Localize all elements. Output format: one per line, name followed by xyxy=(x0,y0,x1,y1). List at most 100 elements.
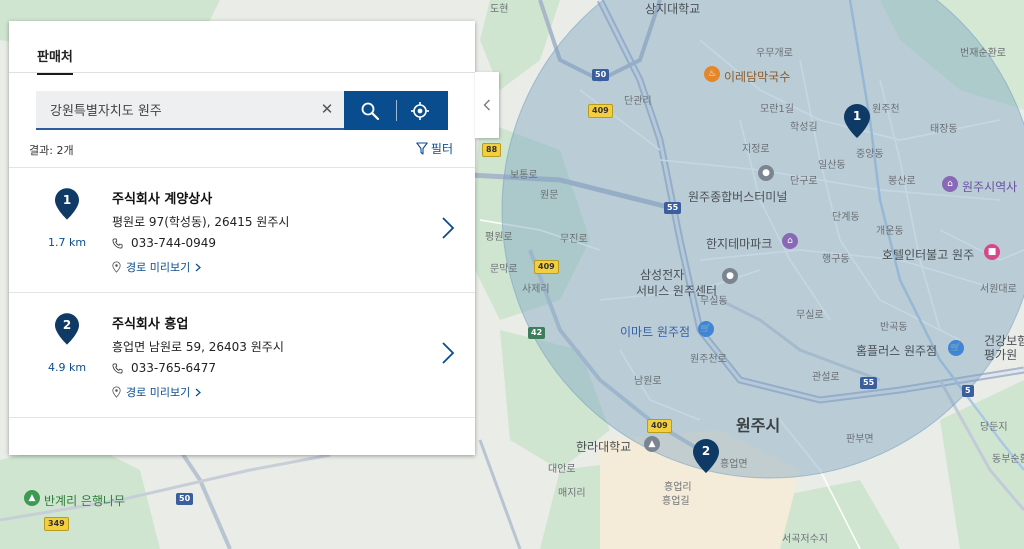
area-label: 흥업길 xyxy=(662,496,690,507)
service-center-icon[interactable]: ● xyxy=(722,268,738,284)
search-input[interactable] xyxy=(36,91,306,128)
filter-label: 필터 xyxy=(430,142,453,156)
search-icon[interactable] xyxy=(360,101,380,121)
clear-search-button[interactable]: ✕ xyxy=(320,100,334,118)
restaurant-icon[interactable]: ♨ xyxy=(704,66,720,82)
road-shield: 50 xyxy=(176,493,194,505)
phone-number: 033-765-6477 xyxy=(131,361,217,375)
area-label: 원주천로 xyxy=(690,354,727,365)
poi-label-ginkgo[interactable]: 반계리 은행나무 xyxy=(44,492,125,509)
search-box: ✕ xyxy=(36,91,344,130)
map-pin-number: 2 xyxy=(701,444,711,458)
area-label: 흥업리 xyxy=(664,482,692,493)
result-number: 1 xyxy=(62,193,72,207)
poi-label-samsung-center[interactable]: 서비스 원주센터 xyxy=(636,282,717,299)
area-label: 지정로 xyxy=(742,144,770,155)
chevron-right-icon[interactable] xyxy=(441,341,455,365)
poi-label-homeplus[interactable]: 홈플러스 원주점 xyxy=(856,342,937,359)
area-label: 당둔지 xyxy=(980,422,1008,433)
road-shield: 409 xyxy=(647,419,672,433)
chevron-right-icon xyxy=(195,263,202,271)
area-label: 봉산로 xyxy=(888,176,916,187)
area-label: 도현 xyxy=(490,4,509,15)
area-label: 관설로 xyxy=(812,372,840,383)
route-preview-link[interactable]: 경로 미리보기 xyxy=(112,259,202,275)
area-label: 단구로 xyxy=(790,176,818,187)
search-actions xyxy=(344,91,448,130)
area-label: 반곡동 xyxy=(880,322,908,333)
map-pin-2[interactable]: 2 xyxy=(693,439,719,473)
filter-button[interactable]: 필터 xyxy=(416,140,453,157)
filter-icon xyxy=(416,142,428,155)
poi-label-station[interactable]: 원주시역사 xyxy=(962,178,1017,195)
museum-icon[interactable]: ⌂ xyxy=(942,176,958,192)
area-label: 대안로 xyxy=(548,464,576,475)
area-label: 사제리 xyxy=(522,284,550,295)
area-label: 개운동 xyxy=(876,226,904,237)
area-label: 서곡저수지 xyxy=(782,534,828,545)
result-number: 2 xyxy=(62,318,72,332)
location-outline-icon xyxy=(112,386,121,398)
bus-terminal-icon[interactable]: ● xyxy=(758,165,774,181)
area-label: 단관리 xyxy=(624,96,652,107)
area-label: 서원대로 xyxy=(980,284,1017,295)
area-label: 행구동 xyxy=(822,254,850,265)
poi-label-emart[interactable]: 이마트 원주점 xyxy=(620,323,690,340)
dealer-panel: 판매처 ✕ 결과: 2개 필터 xyxy=(9,21,475,455)
hotel-icon[interactable]: ■ xyxy=(984,244,1000,260)
road-shield: 5 xyxy=(962,385,974,397)
result-phone[interactable]: 033-744-0949 xyxy=(112,236,216,250)
area-label: 원주천 xyxy=(872,104,900,115)
route-preview-link[interactable]: 경로 미리보기 xyxy=(112,384,202,400)
area-label: 우무개로 xyxy=(756,48,793,59)
area-label: 남원로 xyxy=(634,376,662,387)
poi-label-health-2[interactable]: 평가원 xyxy=(984,346,1017,363)
close-icon: ✕ xyxy=(320,100,334,118)
road-shield: 55 xyxy=(664,202,682,214)
road-shield: 409 xyxy=(534,260,559,274)
divider xyxy=(396,100,397,121)
chevron-right-icon[interactable] xyxy=(441,216,455,240)
road-shield: 50 xyxy=(592,69,610,81)
area-label: 모란1길 xyxy=(760,104,794,115)
poi-label-hanji[interactable]: 한지테마파크 xyxy=(706,235,772,252)
shopping-cart-icon[interactable]: 🛒 xyxy=(698,321,714,337)
list-item[interactable]: 1 1.7 km 주식회사 계양상사 평원로 97(학성동), 26415 원주… xyxy=(9,168,475,293)
list-item[interactable]: 2 4.9 km 주식회사 흥업 흥업면 남원로 59, 26403 원주시 0… xyxy=(9,293,475,418)
tree-icon[interactable]: ▲ xyxy=(24,490,40,506)
area-label: 중앙동 xyxy=(856,149,884,160)
tab-dealers[interactable]: 판매처 xyxy=(37,46,73,75)
phone-number: 033-744-0949 xyxy=(131,236,217,250)
search-row: ✕ xyxy=(36,91,448,130)
results-count: 결과: 2개 xyxy=(29,144,74,157)
phone-icon xyxy=(112,238,123,248)
poi-label-samsung[interactable]: 삼성전자 xyxy=(640,266,684,283)
result-name: 주식회사 계양상사 xyxy=(112,192,213,207)
result-name: 주식회사 흥업 xyxy=(112,317,189,332)
map-pin-1[interactable]: 1 xyxy=(844,104,870,138)
road-shield: 409 xyxy=(588,104,613,118)
result-pin: 2 xyxy=(55,313,79,345)
area-label: 흥업면 xyxy=(720,459,748,470)
poi-label-restaurant[interactable]: 이레담막국수 xyxy=(724,68,790,85)
result-phone[interactable]: 033-765-6477 xyxy=(112,361,216,375)
result-pin: 1 xyxy=(55,188,79,220)
poi-label-hotel[interactable]: 호텔인터불고 원주 xyxy=(882,246,974,263)
area-label: 동부순환로 xyxy=(992,454,1024,465)
poi-label-bus-terminal[interactable]: 원주종합버스터미널 xyxy=(688,188,787,205)
area-label: 단계동 xyxy=(832,212,860,223)
school-icon[interactable]: ▲ xyxy=(644,436,660,452)
area-label: 태장동 xyxy=(930,124,958,135)
area-label: 학성길 xyxy=(790,122,818,133)
city-label: 원주시 xyxy=(736,416,781,435)
location-outline-icon xyxy=(112,261,121,273)
collapse-panel-button[interactable] xyxy=(475,72,499,138)
locate-me-icon[interactable] xyxy=(410,101,430,121)
poi-label-halla[interactable]: 한라대학교 xyxy=(576,438,631,455)
area-label: 일산동 xyxy=(818,160,846,171)
area-label: 문막로 xyxy=(490,264,518,275)
shopping-cart-icon[interactable]: 🛒 xyxy=(948,340,964,356)
museum-icon[interactable]: ⌂ xyxy=(782,233,798,249)
result-address: 평원로 97(학성동), 26415 원주시 xyxy=(112,215,290,229)
route-label: 경로 미리보기 xyxy=(126,386,191,399)
